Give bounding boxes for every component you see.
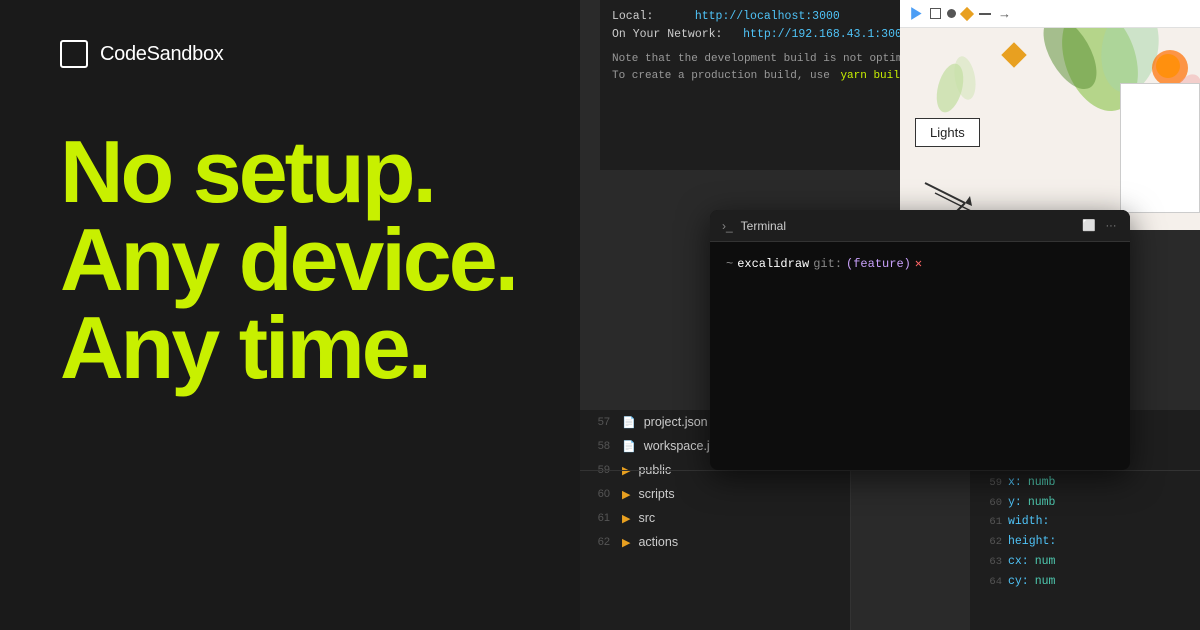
- terminal-titlebar: ›_ Terminal ⬜ ···: [710, 210, 1130, 242]
- terminal-title: Terminal: [741, 219, 1074, 233]
- vertical-divider: [850, 470, 851, 630]
- file-name-project: project.json: [644, 415, 708, 429]
- prompt-x: ✕: [915, 256, 922, 271]
- terminal-prompt-line: ~ excalidraw git: (feature) ✕: [726, 256, 1114, 271]
- left-panel: CodeSandbox No setup. Any device. Any ti…: [0, 0, 620, 630]
- design-toolbar: →: [900, 0, 1200, 28]
- folder-name-actions: actions: [638, 535, 678, 549]
- code-line-63: 63 cx: num: [982, 552, 1188, 572]
- folder-name-scripts: scripts: [638, 487, 674, 501]
- prompt-git-label: git:: [813, 257, 842, 271]
- code-line-59: 59 x: numb: [982, 473, 1188, 493]
- lights-box: Lights: [915, 118, 980, 147]
- play-icon[interactable]: [908, 6, 924, 22]
- prompt-path: excalidraw: [737, 257, 809, 271]
- logo-text: CodeSandbox: [100, 43, 223, 66]
- code-line-62: 62 height:: [982, 532, 1188, 552]
- design-panel: →: [900, 0, 1200, 230]
- terminal-body: ~ excalidraw git: (feature) ✕: [710, 242, 1130, 285]
- design-card: [1120, 83, 1200, 213]
- prompt-branch: (feature): [846, 257, 911, 271]
- folder-name-src: src: [638, 511, 655, 525]
- file-icon-workspace: 📄: [622, 440, 636, 453]
- code-line-64: 64 cy: num: [982, 572, 1188, 592]
- file-icon-project: 📄: [622, 416, 636, 429]
- right-panel: Local: http://localhost:3000 On Your Net…: [580, 0, 1200, 630]
- terminal-prompt-icon: ›_: [722, 219, 733, 233]
- logo-area: CodeSandbox: [60, 40, 560, 68]
- code-line-61: 61 width:: [982, 512, 1188, 532]
- file-item-actions[interactable]: 62 ▶ actions: [580, 530, 850, 554]
- arrow-icon[interactable]: →: [998, 6, 1011, 21]
- file-item-src[interactable]: 61 ▶ src: [580, 506, 850, 530]
- diamond-icon[interactable]: [960, 6, 974, 20]
- circle-icon[interactable]: [947, 9, 956, 18]
- design-canvas: Lights: [900, 28, 1200, 228]
- logo-box-icon: [60, 40, 88, 68]
- folder-icon-scripts: ▶: [622, 488, 630, 501]
- terminal-more-button[interactable]: ···: [1104, 219, 1118, 233]
- code-line-60: 60 y: numb: [982, 493, 1188, 513]
- terminal-float[interactable]: ›_ Terminal ⬜ ··· ~ excalidraw git: (fea…: [710, 210, 1130, 470]
- square-icon[interactable]: [930, 8, 941, 19]
- prompt-tilde: ~: [726, 257, 733, 271]
- file-item-scripts[interactable]: 60 ▶ scripts: [580, 482, 850, 506]
- dash-icon: [979, 13, 991, 15]
- horizontal-divider: [580, 470, 1200, 471]
- terminal-expand-button[interactable]: ⬜: [1082, 219, 1096, 233]
- hero-line1: No setup.: [60, 128, 560, 216]
- folder-icon-src: ▶: [622, 512, 630, 525]
- hero-line3: Any time.: [60, 304, 560, 392]
- hero-line2: Any device.: [60, 216, 560, 304]
- hero-text: No setup. Any device. Any time.: [60, 128, 560, 392]
- folder-icon-actions: ▶: [622, 536, 630, 549]
